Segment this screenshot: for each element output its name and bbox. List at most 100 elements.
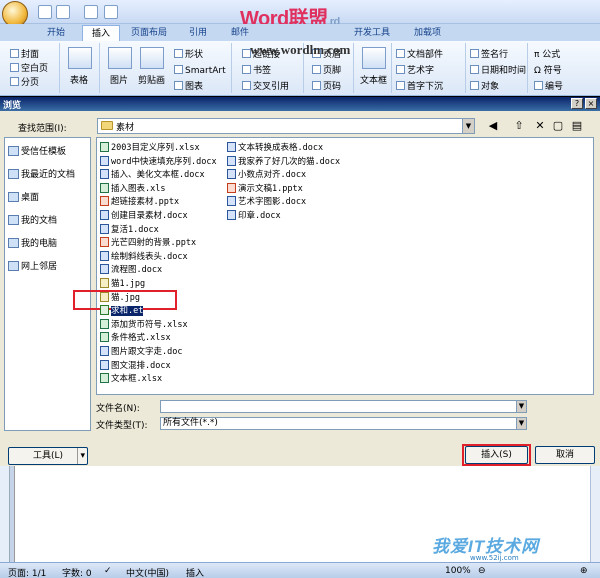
tab-addins[interactable]: 加载项 — [405, 25, 450, 41]
clipart-button[interactable]: 剪贴画 — [138, 75, 165, 87]
file-item[interactable]: 猫1.jpg — [100, 278, 145, 291]
chevron-down-icon[interactable]: ▼ — [516, 401, 526, 412]
file-item[interactable]: 小数点对齐.docx — [227, 169, 306, 182]
date-time-button[interactable]: 日期和时间 — [470, 65, 526, 77]
cross-reference-button[interactable]: 交叉引用 — [242, 81, 289, 93]
file-item[interactable]: 我家养了好几次的猫.docx — [227, 155, 340, 169]
picture-icon — [108, 47, 132, 69]
ppt-file-icon — [100, 237, 109, 248]
blank-page-button[interactable]: 空白页 — [10, 63, 48, 75]
file-item[interactable]: 图文混排.docx — [100, 359, 171, 373]
print-icon[interactable] — [104, 5, 118, 19]
delete-icon[interactable]: ✕ — [533, 119, 547, 133]
zoom-in-icon[interactable]: ⊕ — [580, 566, 588, 576]
zoom-level[interactable]: 100% — [445, 566, 471, 576]
file-item[interactable]: 流程图.docx — [100, 264, 162, 277]
place-desktop[interactable]: 桌面 — [8, 190, 39, 204]
table-button[interactable]: 表格 — [70, 75, 88, 87]
symbol-button[interactable]: Ω 符号 — [534, 65, 562, 77]
file-item[interactable]: 文本转换成表格.docx — [227, 142, 323, 155]
language[interactable]: 中文(中国) — [126, 566, 169, 578]
textbox-button[interactable]: 文本框 — [360, 75, 387, 87]
object-button[interactable]: 对象 — [470, 81, 499, 93]
file-item[interactable]: 演示文稿1.pptx — [227, 182, 303, 196]
file-item[interactable]: 图片跟文字走.doc — [100, 346, 182, 359]
file-item[interactable]: 添加货币符号.xlsx — [100, 318, 188, 332]
cover-icon — [10, 49, 19, 58]
tab-page-layout[interactable]: 页面布局 — [122, 25, 176, 41]
footer-button[interactable]: 页脚 — [312, 65, 341, 77]
chevron-down-icon[interactable]: ▼ — [516, 418, 526, 429]
place-my-documents[interactable]: 我的文档 — [8, 213, 57, 227]
cover-button[interactable]: 封面 — [10, 49, 39, 61]
file-item[interactable]: 文本框.xlsx — [100, 373, 162, 386]
file-item[interactable]: 印章.docx — [227, 210, 281, 223]
ppt-file-icon — [100, 196, 109, 207]
close-button[interactable]: × — [585, 98, 597, 109]
quick-parts-button[interactable]: 文档部件 — [396, 49, 443, 61]
insert-button[interactable]: 插入(S) — [465, 446, 528, 464]
cancel-button[interactable]: 取消 — [535, 446, 595, 464]
word-file-icon — [100, 169, 109, 180]
up-folder-icon[interactable]: ⇧ — [512, 119, 526, 133]
zoom-out-icon[interactable]: ⊖ — [478, 566, 486, 576]
equation-button[interactable]: π 公式 — [534, 49, 560, 61]
lookin-combo[interactable]: 素材 ▼ — [97, 118, 475, 134]
file-item[interactable]: 光芒四射的背景.pptx — [100, 237, 196, 250]
file-item[interactable]: 艺术字图影.docx — [227, 196, 306, 209]
picture-button[interactable]: 图片 — [110, 75, 128, 87]
page-number-button[interactable]: 页码 — [312, 81, 341, 93]
back-icon[interactable]: ◀ — [486, 119, 500, 133]
file-item[interactable]: word中快速填充序列.docx — [100, 155, 217, 169]
file-item-selected[interactable]: 求和.et — [100, 305, 144, 318]
tools-button[interactable]: 工具(L) ▾ — [8, 447, 88, 465]
page-count[interactable]: 页面: 1/1 — [8, 566, 46, 578]
smartart-icon — [174, 65, 183, 74]
undo-icon[interactable] — [56, 5, 70, 19]
word-file-icon — [227, 210, 236, 220]
file-item[interactable]: 复活1.docx — [100, 223, 159, 237]
place-my-computer[interactable]: 我的电脑 — [8, 236, 57, 250]
file-item[interactable]: 猫.jpg — [100, 291, 140, 305]
filename-input[interactable]: ▼ — [160, 400, 527, 413]
wordart-button[interactable]: 艺术字 — [396, 65, 434, 77]
file-item[interactable]: 创建目录素材.docx — [100, 210, 188, 223]
word-count[interactable]: 字数: 0 — [62, 566, 92, 578]
file-item[interactable]: 2003目定义序列.xlsx — [100, 142, 200, 155]
file-item[interactable]: 插入图表.xls — [100, 182, 165, 196]
views-icon[interactable]: ▤ — [570, 119, 584, 133]
filetype-select[interactable]: 所有文件(*.*) ▼ — [160, 417, 527, 430]
tab-mailings[interactable]: 邮件 — [222, 25, 258, 41]
tab-references[interactable]: 引用 — [180, 25, 216, 41]
chart-button[interactable]: 图表 — [174, 81, 203, 93]
tab-insert[interactable]: 插入 — [82, 25, 121, 41]
watermark-url: www.wordlm.com — [250, 42, 351, 57]
redo-icon[interactable] — [84, 5, 98, 19]
insert-mode[interactable]: 插入 — [186, 566, 204, 578]
filename-label: 文件名(N): — [96, 404, 140, 414]
vertical-scrollbar[interactable] — [590, 466, 600, 562]
place-network[interactable]: 网上邻居 — [8, 259, 57, 273]
file-item[interactable]: 条件格式.xlsx — [100, 332, 171, 345]
page-break-button[interactable]: 分页 — [10, 77, 39, 89]
chevron-down-icon[interactable]: ▼ — [462, 119, 474, 133]
file-name: word中快速填充序列.docx — [111, 156, 217, 167]
numbering-button[interactable]: 编号 — [534, 81, 563, 93]
bookmark-button[interactable]: 书签 — [242, 65, 271, 77]
save-icon[interactable] — [38, 5, 52, 19]
place-recent[interactable]: 我最近的文档 — [8, 167, 75, 181]
file-item[interactable]: 绘制斜线表头.docx — [100, 250, 188, 264]
shapes-button[interactable]: 形状 — [174, 49, 203, 61]
file-item[interactable]: 插入、美化文本框.docx — [100, 169, 205, 182]
drop-cap-button[interactable]: 首字下沉 — [396, 81, 443, 93]
help-button[interactable]: ? — [571, 98, 583, 109]
signature-line-button[interactable]: 签名行 — [470, 49, 508, 61]
tab-developer[interactable]: 开发工具 — [345, 25, 399, 41]
place-trusted-templates[interactable]: 受信任模板 — [8, 144, 66, 158]
proofing-icon[interactable]: ✓ — [104, 566, 112, 576]
new-folder-icon[interactable]: ▢ — [551, 119, 565, 133]
smartart-button[interactable]: SmartArt — [174, 65, 226, 77]
tab-home[interactable]: 开始 — [38, 25, 74, 41]
file-item[interactable]: 超链接素材.pptx — [100, 196, 179, 209]
text-group: 文档部件 艺术字 首字下沉 — [394, 43, 466, 93]
